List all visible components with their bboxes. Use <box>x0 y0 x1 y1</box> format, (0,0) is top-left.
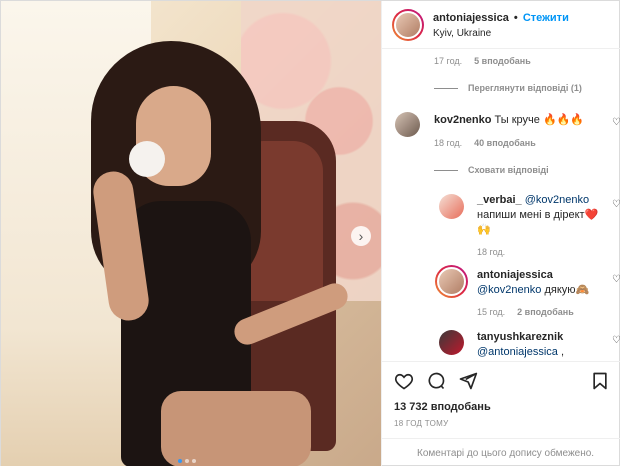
like-comment-heart-icon[interactable]: ♡ <box>612 200 620 210</box>
reply-avatar <box>437 267 466 296</box>
reply-body: , <box>560 346 565 358</box>
likes-count[interactable]: 13 732 вподобань <box>394 401 491 413</box>
comment-meta: 18 год. 40 вподобань <box>434 138 536 148</box>
comment-body: Ты круче 🔥🔥🔥 <box>494 114 585 126</box>
reply-username[interactable]: _verbai_ <box>477 194 522 206</box>
location-link[interactable]: Kyiv, Ukraine <box>433 28 491 39</box>
carousel-dots <box>178 459 196 463</box>
share-icon[interactable] <box>458 371 478 391</box>
reply-text: _verbai_ @kov2nenko напиши мені в дірект… <box>477 193 612 238</box>
like-comment-heart-icon[interactable]: ♡ <box>612 336 620 346</box>
reply-time: 18 год. <box>477 247 506 257</box>
post-actions: 13 732 вподобань 18 ГОД ТОМУ Коментарі д… <box>382 361 620 466</box>
comment-likes[interactable]: 40 вподобань <box>474 138 536 148</box>
photo-legs <box>161 391 311 466</box>
comment-icon[interactable] <box>426 371 446 391</box>
post-header: antoniajessica • Стежити Kyiv, Ukraine <box>382 1 620 49</box>
instagram-post: › antoniajessica • Стежити Kyiv, Ukraine… <box>0 0 620 466</box>
carousel-dot <box>192 459 196 463</box>
like-comment-heart-icon[interactable]: ♡ <box>612 275 620 285</box>
post-sidebar: antoniajessica • Стежити Kyiv, Ukraine 1… <box>381 1 620 466</box>
reply-meta: 15 год. 2 вподобань <box>477 307 574 317</box>
replies-line <box>434 169 458 171</box>
comment-meta: 17 год. 5 вподобань <box>434 56 531 66</box>
commenter-username[interactable]: kov2nenko <box>434 114 491 126</box>
reply-time: 15 год. <box>477 307 506 317</box>
reply-mention[interactable]: @antoniajessica <box>477 346 558 358</box>
reply-body: дякую🙈 <box>544 284 590 296</box>
reply-avatar[interactable] <box>439 330 464 355</box>
reply-avatar[interactable] <box>439 194 464 219</box>
comment-likes[interactable]: 5 вподобань <box>474 56 531 66</box>
heart-icon[interactable] <box>394 371 414 391</box>
comment-text: kov2nenko Ты круче 🔥🔥🔥 <box>434 113 604 128</box>
reply-text: tanyushkareznik @antoniajessica , <box>477 330 612 360</box>
author-username[interactable]: antoniajessica <box>433 12 509 24</box>
reply-mention[interactable]: @kov2nenko <box>525 194 589 206</box>
hide-replies-button[interactable]: Сховати відповіді <box>434 165 549 175</box>
comments-list[interactable]: 17 год. 5 вподобань Переглянути відповіді… <box>382 50 620 361</box>
chevron-right-icon: › <box>358 228 364 244</box>
hide-replies-label: Сховати відповіді <box>468 165 549 175</box>
comment-time: 18 год. <box>434 138 463 148</box>
commenter-avatar[interactable] <box>395 112 420 137</box>
reply-username[interactable]: tanyushkareznik <box>477 331 563 343</box>
author-avatar <box>394 11 422 39</box>
follow-button[interactable]: Стежити <box>523 12 569 24</box>
carousel-dot <box>185 459 189 463</box>
reply-text: antoniajessica @kov2nenko дякую🙈 <box>477 268 612 298</box>
bookmark-icon[interactable] <box>590 371 610 391</box>
carousel-next-button[interactable]: › <box>351 226 371 246</box>
replies-line <box>434 87 458 89</box>
reply-avatar-ring[interactable] <box>435 265 468 298</box>
post-photo[interactable]: › <box>1 1 381 466</box>
header-separator: • <box>513 12 518 24</box>
post-time[interactable]: 18 ГОД ТОМУ <box>394 419 449 428</box>
carousel-dot-active <box>178 459 182 463</box>
comments-restricted-note: Коментарі до цього допису обмежено. <box>382 438 620 466</box>
reply-emoji: 🙌 <box>477 224 491 236</box>
like-comment-heart-icon[interactable]: ♡ <box>612 118 620 128</box>
photo-flower <box>129 141 165 177</box>
reply-username[interactable]: antoniajessica <box>477 269 553 281</box>
reply-mention[interactable]: @kov2nenko <box>477 284 541 296</box>
reply-meta: 18 год. <box>477 247 505 257</box>
reply-body: напиши мені в дірект❤️ <box>477 209 599 221</box>
author-avatar-ring[interactable] <box>392 9 424 41</box>
view-replies-button[interactable]: Переглянути відповіді (1) <box>434 83 582 93</box>
comment-time: 17 год. <box>434 56 463 66</box>
author-line: antoniajessica • Стежити <box>433 12 569 24</box>
reply-likes[interactable]: 2 вподобань <box>517 307 574 317</box>
view-replies-label: Переглянути відповіді (1) <box>468 83 582 93</box>
